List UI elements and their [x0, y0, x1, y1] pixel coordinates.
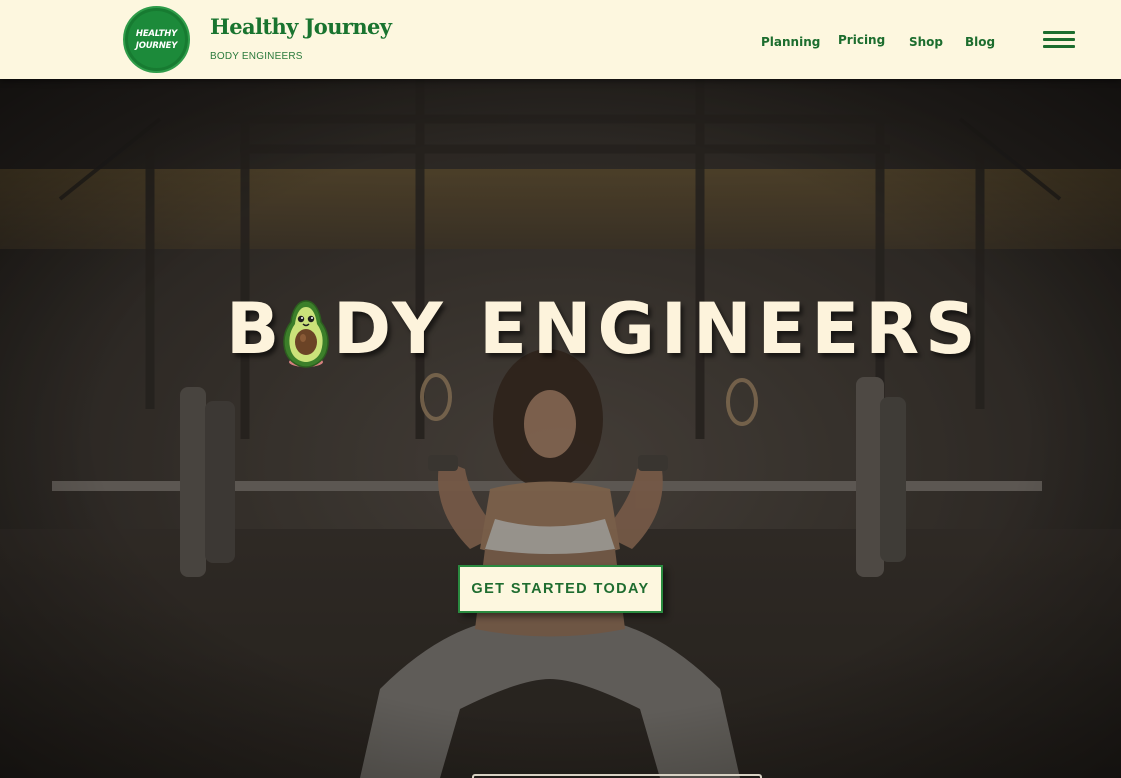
partial-input-box[interactable] — [472, 774, 762, 778]
logo-badge-line1: HEALTHY — [135, 28, 178, 39]
nav-link-shop[interactable]: Shop — [909, 35, 943, 49]
brand-subtitle: BODY ENGINEERS — [210, 51, 303, 62]
nav-link-planning[interactable]: Planning — [761, 35, 820, 49]
hero-title: B DY ENGINEERS — [0, 284, 1121, 374]
hero-title-rest: DY ENGINEERS — [333, 288, 982, 370]
hamburger-bar — [1043, 38, 1075, 41]
hero-background-photo — [0, 79, 1121, 778]
hamburger-bar — [1043, 31, 1075, 34]
get-started-button-label: GET STARTED TODAY — [471, 581, 650, 597]
site-header: HEALTHY JOURNEY Healthy Journey BODY ENG… — [0, 0, 1121, 79]
hero-title-first-letter: B — [226, 288, 286, 370]
hero-section: B DY ENGINEERS GET STARTED TODAY — [0, 79, 1121, 778]
logo-badge[interactable]: HEALTHY JOURNEY — [123, 6, 190, 73]
nav-link-blog[interactable]: Blog — [965, 35, 995, 49]
avocado-icon — [283, 300, 329, 368]
logo-badge-line2: JOURNEY — [135, 40, 178, 51]
hamburger-bar — [1043, 45, 1075, 48]
hamburger-menu-icon[interactable] — [1043, 31, 1075, 49]
nav-link-pricing[interactable]: Pricing — [838, 33, 885, 47]
brand-name[interactable]: Healthy Journey — [210, 14, 392, 39]
get-started-button[interactable]: GET STARTED TODAY — [458, 565, 663, 613]
